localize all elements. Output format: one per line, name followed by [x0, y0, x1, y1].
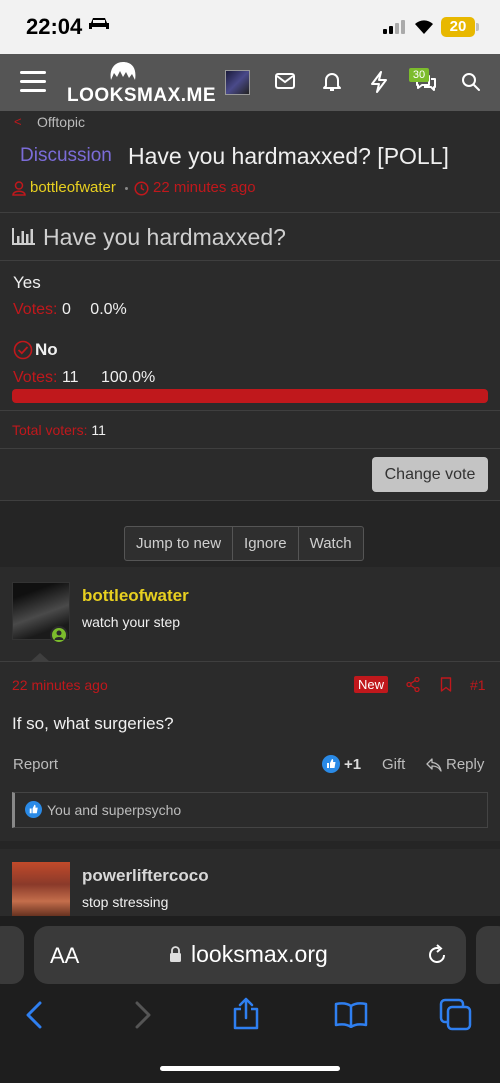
next-tab[interactable] — [476, 926, 500, 984]
like-icon — [322, 755, 340, 773]
car-icon — [89, 18, 109, 29]
thread-time: 22 minutes ago — [153, 179, 256, 196]
watch-button[interactable]: Watch — [299, 527, 363, 560]
poll-option-label: Yes — [13, 273, 41, 292]
battery-indicator: 20 — [441, 17, 475, 37]
check-circle-icon — [13, 340, 33, 360]
divider — [0, 260, 500, 261]
total-label: Total voters: — [12, 422, 88, 438]
votes-label: Votes: — [13, 301, 58, 318]
conversations-badge: 30 — [409, 68, 429, 82]
bookmark-icon[interactable] — [440, 677, 452, 692]
poll-option-label: No — [35, 340, 58, 359]
post-time[interactable]: 22 minutes ago — [12, 677, 108, 693]
separator-dot — [125, 187, 128, 190]
user-avatar[interactable] — [225, 70, 250, 95]
bolt-icon[interactable] — [370, 71, 388, 93]
online-status-icon — [50, 626, 68, 644]
reactions-bar[interactable]: You and superpsycho — [12, 792, 488, 828]
clock-icon — [134, 181, 149, 196]
poll-result-bar — [12, 389, 488, 403]
thread-author[interactable]: bottleofwater — [30, 179, 116, 196]
lock-icon — [170, 946, 181, 962]
post-author[interactable]: powerliftercoco — [82, 866, 209, 886]
divider — [0, 410, 500, 411]
post-author[interactable]: bottleofwater — [82, 586, 189, 606]
reader-options-button[interactable]: AA — [50, 943, 79, 969]
divider — [0, 500, 500, 501]
status-bar: 22:04 20 — [0, 0, 500, 54]
inbox-icon[interactable] — [275, 73, 295, 89]
votes-count: 11 — [61, 369, 79, 386]
cellular-signal-icon — [383, 20, 407, 34]
like-icon — [25, 801, 42, 818]
reload-icon[interactable] — [427, 944, 448, 966]
post-body: If so, what surgeries? — [12, 714, 174, 733]
votes-percent: 0.0% — [90, 301, 127, 318]
gift-button[interactable]: Gift — [382, 756, 405, 773]
bookmarks-icon[interactable] — [334, 1001, 368, 1028]
poll-chart-icon — [12, 228, 35, 245]
back-icon[interactable] — [24, 1001, 44, 1029]
home-indicator — [160, 1066, 340, 1071]
post-user-title: watch your step — [82, 614, 181, 630]
url-text[interactable]: looksmax.org — [191, 941, 328, 968]
tabs-icon[interactable] — [439, 998, 473, 1031]
battery-cap — [476, 23, 479, 31]
thread-author-name[interactable]: bottleofwater — [30, 179, 116, 196]
new-badge: New — [354, 676, 389, 693]
thread-action-group: Jump to new Ignore Watch — [124, 526, 364, 561]
votes-label: Votes: — [13, 369, 58, 386]
search-icon[interactable] — [461, 72, 481, 92]
share-sheet-icon[interactable] — [232, 997, 260, 1030]
thread-time-text: 22 minutes ago — [153, 179, 256, 196]
report-button[interactable]: Report — [13, 756, 58, 773]
reply-icon — [426, 758, 442, 772]
reply-button[interactable]: Reply — [446, 756, 484, 773]
total-value: 11 — [91, 422, 106, 438]
divider — [0, 661, 500, 662]
poll-question: Have you hardmaxxed? — [43, 224, 286, 250]
chevron-left-icon[interactable]: < — [14, 114, 22, 129]
thread-prefix[interactable]: Discussion — [20, 145, 112, 167]
status-time: 22:04 — [26, 14, 83, 39]
page-title: Have you hardmaxxed? [POLL] — [128, 143, 449, 169]
divider — [0, 448, 500, 449]
ignore-button[interactable]: Ignore — [233, 527, 299, 560]
previous-tab[interactable] — [0, 926, 24, 984]
user-icon — [12, 181, 26, 196]
poll-total: Total voters: 11 — [12, 422, 106, 438]
share-icon[interactable] — [406, 677, 420, 692]
reactions-text: You and superpsycho — [47, 802, 182, 818]
reaction-count[interactable]: +1 — [344, 756, 361, 773]
logo-hair-icon — [110, 62, 136, 80]
votes-percent: 100.0% — [101, 369, 156, 386]
post-avatar[interactable] — [12, 862, 70, 918]
poll-option-votes: Votes: 11 100.0% — [13, 369, 155, 387]
change-vote-button[interactable]: Change vote — [372, 457, 488, 492]
breadcrumb[interactable]: Offtopic — [37, 114, 85, 130]
wifi-icon — [415, 20, 433, 34]
post-user-title: stop stressing — [82, 894, 169, 910]
votes-count: 0 — [61, 301, 71, 318]
forward-icon[interactable] — [133, 1001, 153, 1029]
post-number[interactable]: #1 — [470, 677, 486, 693]
jump-to-new-button[interactable]: Jump to new — [125, 527, 234, 560]
poll-option-votes: Votes: 0 0.0% — [13, 301, 127, 319]
post — [0, 849, 500, 919]
site-logo[interactable]: LOOKSMAX.ME — [67, 85, 216, 107]
bell-icon[interactable] — [322, 71, 342, 92]
